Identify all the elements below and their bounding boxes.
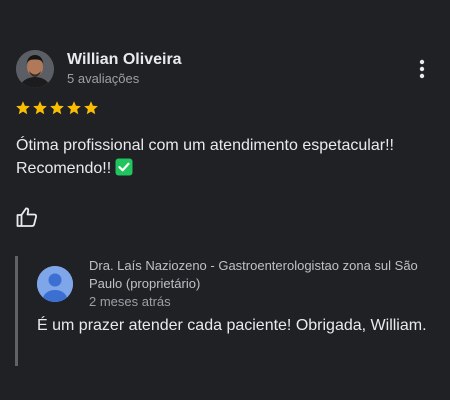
owner-reply-divider: [15, 256, 18, 366]
review-card: Willian Oliveira 5 avaliações Ótima prof…: [0, 0, 450, 400]
author-name[interactable]: Willian Oliveira: [67, 51, 182, 69]
star-icon: [67, 101, 81, 115]
author-review-count: 5 avaliações: [67, 71, 140, 86]
star-icon: [33, 101, 47, 115]
like-button[interactable]: [15, 205, 39, 229]
more-options-button[interactable]: [410, 56, 434, 82]
owner-name: Dra. Laís Naziozeno - Gastroenterologist…: [89, 258, 418, 291]
star-rating: [15, 100, 99, 118]
person-icon: [37, 266, 73, 302]
review-text-line2: Recomendo!!: [16, 160, 112, 177]
more-vert-icon: [419, 59, 425, 79]
star-icon: [50, 101, 64, 115]
owner-reply-date: 2 meses atrás: [89, 294, 171, 309]
author-photo: [16, 50, 54, 88]
check-mark-icon: [115, 158, 133, 183]
review-text-line1: Ótima profissional com um atendimento es…: [16, 137, 394, 154]
owner-avatar: [37, 266, 73, 302]
review-text: Ótima profissional com um atendimento es…: [16, 134, 436, 183]
author-avatar[interactable]: [16, 50, 54, 88]
thumbs-up-icon: [16, 207, 37, 227]
star-icon: [16, 101, 30, 115]
star-icon: [84, 101, 98, 115]
owner-reply-text: É um prazer atender cada paciente! Obrig…: [37, 317, 427, 334]
